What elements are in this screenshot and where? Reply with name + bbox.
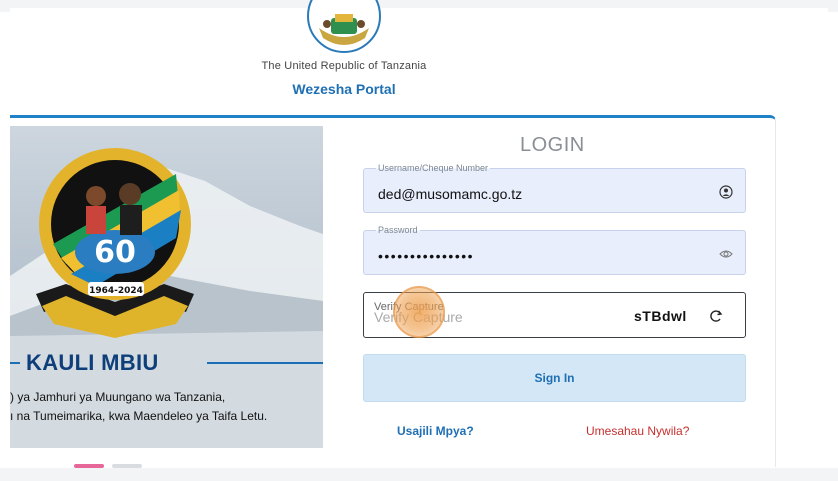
- svg-text:1964-2024: 1964-2024: [89, 286, 143, 296]
- portal-title: Wezesha Portal: [292, 81, 396, 97]
- svg-text:60: 60: [94, 235, 136, 270]
- eye-icon[interactable]: [719, 247, 733, 261]
- password-field[interactable]: Password •••••••••••••••: [363, 225, 746, 275]
- captcha-code: sTBdwl: [634, 308, 687, 324]
- heading-rule-right: [207, 362, 323, 364]
- forgot-password-link[interactable]: Umesahau Nywila?: [586, 424, 689, 438]
- coat-of-arms-emblem: [307, 0, 381, 53]
- username-value[interactable]: ded@musomamc.go.tz: [378, 186, 522, 202]
- user-circle-icon: [719, 185, 733, 199]
- password-value[interactable]: •••••••••••••••: [378, 248, 474, 264]
- username-label: Username/Cheque Number: [376, 163, 491, 173]
- register-link[interactable]: Usajili Mpya?: [397, 424, 474, 438]
- refresh-icon[interactable]: [708, 308, 724, 324]
- bottom-band: [0, 468, 838, 481]
- login-card: 60 1964-2024 KAULI MBIU ) ya Jamhuri ya …: [10, 115, 776, 468]
- country-name: The United Republic of Tanzania: [261, 60, 427, 72]
- password-label: Password: [376, 225, 420, 235]
- kauli-mbiu-heading-row: KAULI MBIU: [10, 348, 323, 378]
- carousel-slide: 60 1964-2024 KAULI MBIU ) ya Jamhuri ya …: [10, 126, 323, 448]
- kauli-mbiu-heading: KAULI MBIU: [26, 350, 159, 375]
- username-field[interactable]: Username/Cheque Number ded@musomamc.go.t…: [363, 163, 746, 213]
- heading-rule-left: [10, 362, 20, 364]
- anniversary-badge-logo: 60 1964-2024: [36, 148, 194, 338]
- click-indicator: [393, 286, 445, 338]
- login-title: LOGIN: [520, 134, 585, 156]
- motto-line-2: ı na Tumeimarika, kwa Maendeleo ya Taifa…: [10, 409, 268, 423]
- motto-line-1: ) ya Jamhuri ya Muungano wa Tanzania,: [10, 390, 226, 404]
- page-header: The United Republic of Tanzania Wezesha …: [10, 0, 828, 113]
- sign-in-button[interactable]: Sign In: [363, 354, 746, 402]
